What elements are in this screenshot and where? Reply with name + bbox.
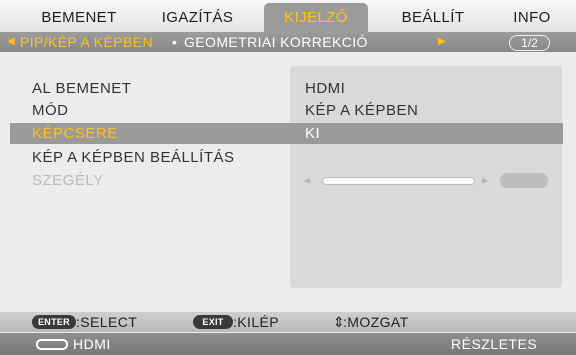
exit-hint: :KILÉP: [233, 314, 279, 330]
move-hint: :MOZGAT: [343, 314, 409, 330]
enter-hint: :SELECT: [76, 314, 138, 330]
enter-key-badge: ENTER: [32, 315, 76, 329]
tab-bemenet[interactable]: BEMENET: [18, 3, 140, 32]
triangle-right-icon[interactable]: ▶: [438, 35, 446, 49]
slider-left-arrow-icon: ◀: [304, 176, 311, 185]
border-slider: ◀ ▶: [302, 173, 554, 189]
triangle-left-icon[interactable]: ◀: [7, 35, 15, 49]
tab-igazitas[interactable]: IGAZÍTÁS: [145, 3, 250, 32]
tab-beallit[interactable]: BEÁLLÍT: [377, 3, 489, 32]
exit-key-badge: EXIT: [193, 315, 233, 329]
submenu-bar: ◀ PIP/KÉP A KÉPBEN • GEOMETRIAI KORREKCI…: [0, 32, 576, 52]
menu-item-szegely: SZEGÉLY: [32, 172, 104, 189]
details-link[interactable]: RÉSZLETES: [451, 335, 537, 353]
status-bar: HDMI RÉSZLETES: [0, 333, 576, 355]
submenu-geometric-correction[interactable]: GEOMETRIAI KORREKCIÓ: [184, 33, 368, 51]
value-mod[interactable]: KÉP A KÉPBEN: [305, 102, 418, 119]
value-al-bemenet[interactable]: HDMI: [305, 80, 345, 97]
value-kepcsere[interactable]: KI: [305, 125, 320, 142]
menu-item-kep-a-kepben-beallitas[interactable]: KÉP A KÉPBEN BEÁLLÍTÁS: [32, 149, 235, 166]
menu-item-al-bemenet[interactable]: AL BEMENET: [32, 80, 131, 97]
key-hint-bar: ENTER :SELECT EXIT :KILÉP ⇕ :MOZGAT: [0, 312, 576, 332]
menu-item-kepcsere[interactable]: KÉPCSERE: [32, 125, 118, 142]
tab-bar: BEMENET IGAZÍTÁS KIJELZŐ BEÁLLÍT INFO: [0, 0, 576, 32]
tab-info[interactable]: INFO: [503, 3, 561, 32]
hdmi-port-icon: [36, 339, 68, 350]
menu-item-mod[interactable]: MÓD: [32, 102, 69, 119]
source-label: HDMI: [73, 336, 111, 352]
page-indicator: 1/2: [509, 35, 550, 51]
tab-kijelzo[interactable]: KIJELZŐ: [264, 3, 368, 32]
submenu-separator: •: [172, 34, 177, 50]
slider-knob: [500, 173, 548, 188]
submenu-pip[interactable]: PIP/KÉP A KÉPBEN: [20, 33, 153, 51]
slider-track: [322, 177, 475, 185]
slider-right-arrow-icon: ▶: [482, 176, 489, 185]
